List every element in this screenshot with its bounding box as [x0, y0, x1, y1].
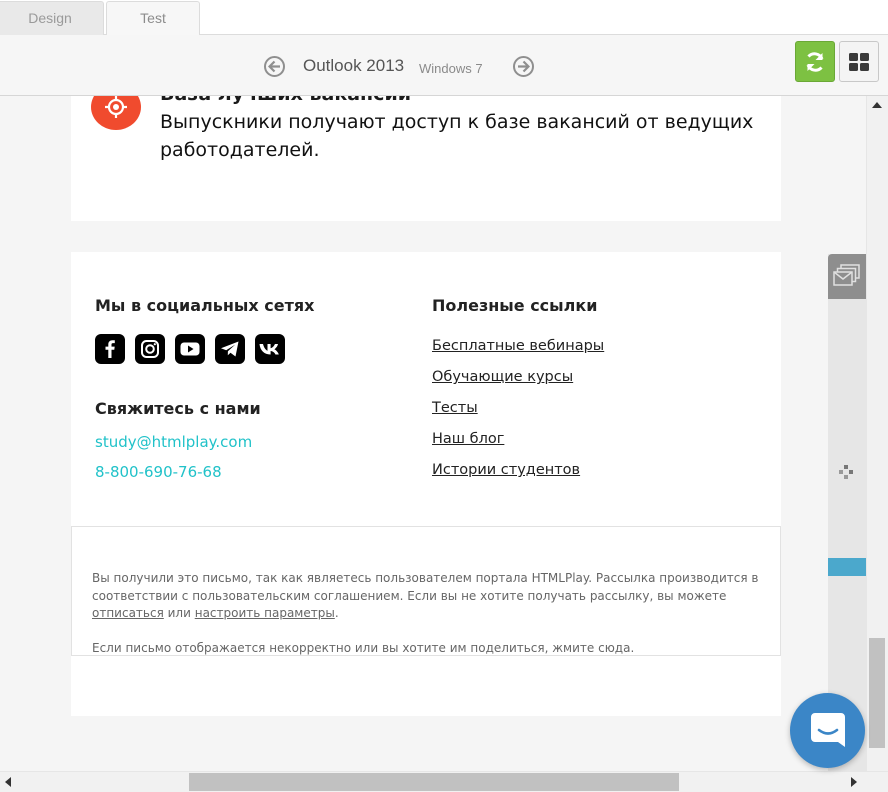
scroll-right-arrow[interactable] — [851, 777, 857, 787]
social-icons-row — [95, 334, 405, 364]
legal-text-end: . — [334, 606, 339, 620]
preview-toolbar: Outlook 2013 Windows 7 — [0, 35, 888, 96]
email-preview-viewport: База лучших вакансий Выпускники получают… — [0, 96, 866, 771]
refresh-icon — [806, 52, 824, 72]
envelope-stack-icon — [833, 264, 860, 286]
telegram-icon[interactable] — [215, 334, 245, 364]
contact-phone-link[interactable]: 8-800-690-76-68 — [95, 463, 405, 481]
youtube-icon[interactable] — [175, 334, 205, 364]
arrow-right-circle-icon — [518, 60, 530, 73]
email-bottom-spacer — [71, 656, 781, 716]
links-section-title: Полезные ссылки — [432, 296, 598, 315]
feature-icon-badge — [91, 96, 141, 130]
view-online-text-end: . — [630, 641, 635, 655]
contact-email-link[interactable]: study@htmlplay.com — [95, 433, 405, 451]
legal-text-or: или — [163, 606, 195, 620]
chat-launcher-button[interactable] — [790, 693, 865, 768]
tab-bar: Design Test — [0, 0, 888, 36]
feature-card: База лучших вакансий Выпускники получают… — [71, 96, 781, 221]
next-client-button[interactable] — [513, 56, 534, 77]
tab-test[interactable]: Test — [106, 1, 200, 36]
scroll-left-arrow[interactable] — [5, 777, 11, 787]
vk-icon[interactable] — [255, 334, 285, 364]
scroll-up-arrow[interactable] — [872, 102, 882, 108]
email-client-os: Windows 7 — [419, 61, 483, 76]
footer-left-column: Мы в социальных сетях Свяжитесь с нами s… — [95, 296, 405, 481]
vertical-scrollbar[interactable] — [866, 96, 888, 771]
chat-smile-icon — [811, 713, 845, 747]
useful-links-list: Бесплатные вебинары Обучающие курсы Тест… — [432, 337, 762, 479]
link-tests[interactable]: Тесты — [432, 399, 762, 417]
social-section-title: Мы в социальных сетях — [95, 296, 315, 315]
contact-section-title: Свяжитесь с нами — [95, 399, 261, 418]
side-panel-indicator — [828, 558, 866, 576]
feature-description: Выпускники получают доступ к базе ваканс… — [160, 111, 754, 161]
drag-dots-icon — [839, 465, 853, 479]
grid-view-button[interactable] — [839, 41, 879, 82]
legal-notice-card: Вы получили это письмо, так как являетес… — [71, 526, 781, 656]
footer-right-column: Полезные ссылки Бесплатные вебинары Обуч… — [432, 296, 762, 492]
email-client-name: Outlook 2013 — [303, 56, 405, 75]
vertical-scroll-thumb[interactable] — [869, 638, 885, 748]
tab-design[interactable]: Design — [0, 1, 104, 35]
horizontal-scrollbar[interactable] — [0, 771, 888, 792]
side-panel-tab[interactable] — [828, 254, 866, 299]
facebook-icon[interactable] — [95, 334, 125, 364]
side-panel-drag-handle[interactable] — [839, 464, 853, 483]
view-online-link[interactable]: жмите сюда — [552, 641, 630, 655]
view-online-text: Если письмо отображается некорректно или… — [92, 640, 772, 657]
legal-text-part: Вы получили это письмо, так как являетес… — [92, 571, 759, 603]
link-free-webinars[interactable]: Бесплатные вебинары — [432, 337, 762, 355]
legal-notice-text: Вы получили это письмо, так как являетес… — [92, 570, 772, 623]
previous-client-button[interactable] — [264, 56, 285, 77]
feature-title: База лучших вакансий — [160, 96, 411, 105]
target-icon — [105, 96, 127, 118]
unsubscribe-link[interactable]: отписаться — [92, 606, 164, 620]
link-student-stories[interactable]: Истории студентов — [432, 461, 762, 479]
link-courses[interactable]: Обучающие курсы — [432, 368, 762, 386]
instagram-icon[interactable] — [135, 334, 165, 364]
refresh-button[interactable] — [795, 41, 835, 82]
settings-link[interactable]: настроить параметры — [195, 606, 335, 620]
link-blog[interactable]: Наш блог — [432, 430, 762, 448]
horizontal-scroll-thumb[interactable] — [189, 773, 679, 791]
grid-icon — [849, 53, 869, 71]
view-online-text-part: Если письмо отображается некорректно или… — [92, 641, 553, 655]
arrow-left-circle-icon — [268, 60, 280, 73]
email-footer-card: Мы в социальных сетях Свяжитесь с нами s… — [71, 252, 781, 527]
